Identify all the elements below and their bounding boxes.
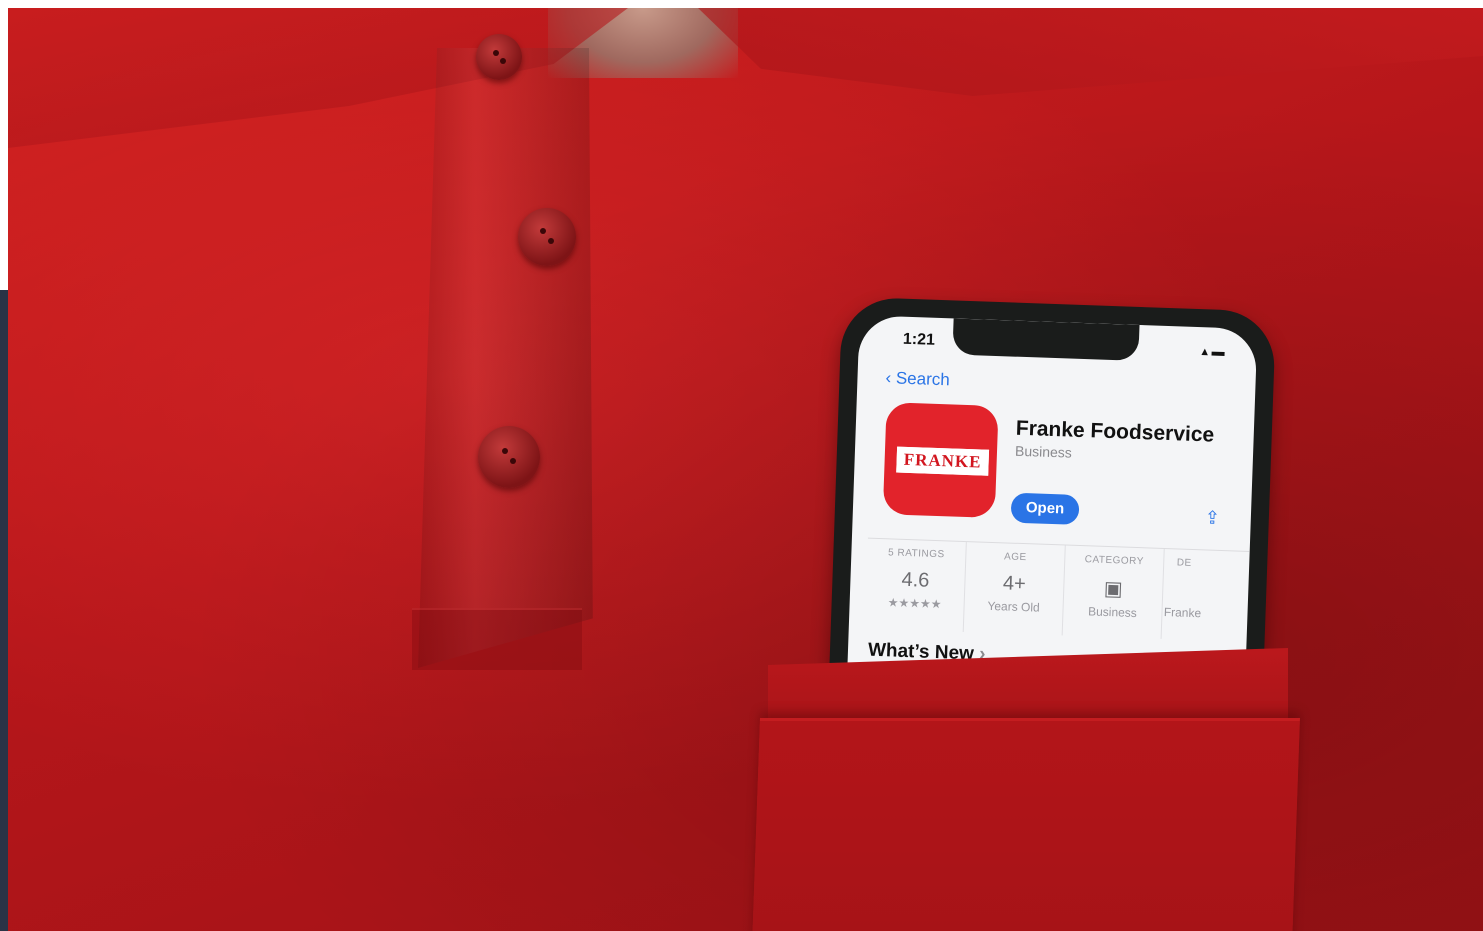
franke-logo: FRANKE (896, 446, 990, 476)
wifi-battery-icon: ▴ ▬ (1201, 343, 1225, 359)
stat-sub: Years Old (987, 598, 1040, 615)
shirt-pocket (752, 718, 1300, 931)
share-icon[interactable]: ⇪ (1205, 507, 1224, 528)
collar-right (698, 8, 1483, 96)
back-search-link[interactable]: ‹ Search (885, 368, 950, 390)
app-category: Business (1014, 442, 1073, 461)
stat-sub: Business (1087, 604, 1138, 621)
phone-notch (952, 318, 1140, 361)
stat-category: CATEGORY ▣ Business (1062, 545, 1165, 639)
photo-red-polo-shirt: 1:21 ▴ ▬ ‹ Search FRANKE Franke Foodserv… (8, 8, 1483, 931)
stat-developer: DE Franke (1162, 549, 1205, 640)
shirt-button-middle (518, 208, 576, 266)
open-button[interactable]: Open (1010, 492, 1080, 525)
briefcase-icon: ▣ (1103, 577, 1124, 601)
stat-header: 5 RATINGS (887, 547, 945, 561)
shirt-button-top (476, 34, 522, 80)
stat-value (1163, 578, 1204, 602)
stat-age: AGE 4+ Years Old (963, 542, 1066, 636)
app-stats-row: 5 RATINGS 4.6 ★★★★★ AGE 4+ Years Old CAT… (864, 537, 1250, 642)
stat-header: AGE (1003, 551, 1027, 564)
stat-value: 4+ (1002, 572, 1027, 596)
stat-value: 4.6 (901, 568, 930, 592)
stat-ratings: 5 RATINGS 4.6 ★★★★★ (864, 538, 967, 633)
placket-bottom (412, 608, 582, 670)
stat-header: CATEGORY (1084, 554, 1145, 568)
stat-header: DE (1176, 557, 1192, 569)
back-label: Search (895, 368, 951, 390)
shirt-button-bottom (478, 426, 540, 488)
app-icon: FRANKE (882, 402, 999, 519)
shirt-placket (418, 48, 593, 668)
stat-sub: Franke (1163, 604, 1202, 621)
status-time: 1:21 (902, 330, 936, 349)
rating-stars: ★★★★★ (887, 595, 942, 612)
